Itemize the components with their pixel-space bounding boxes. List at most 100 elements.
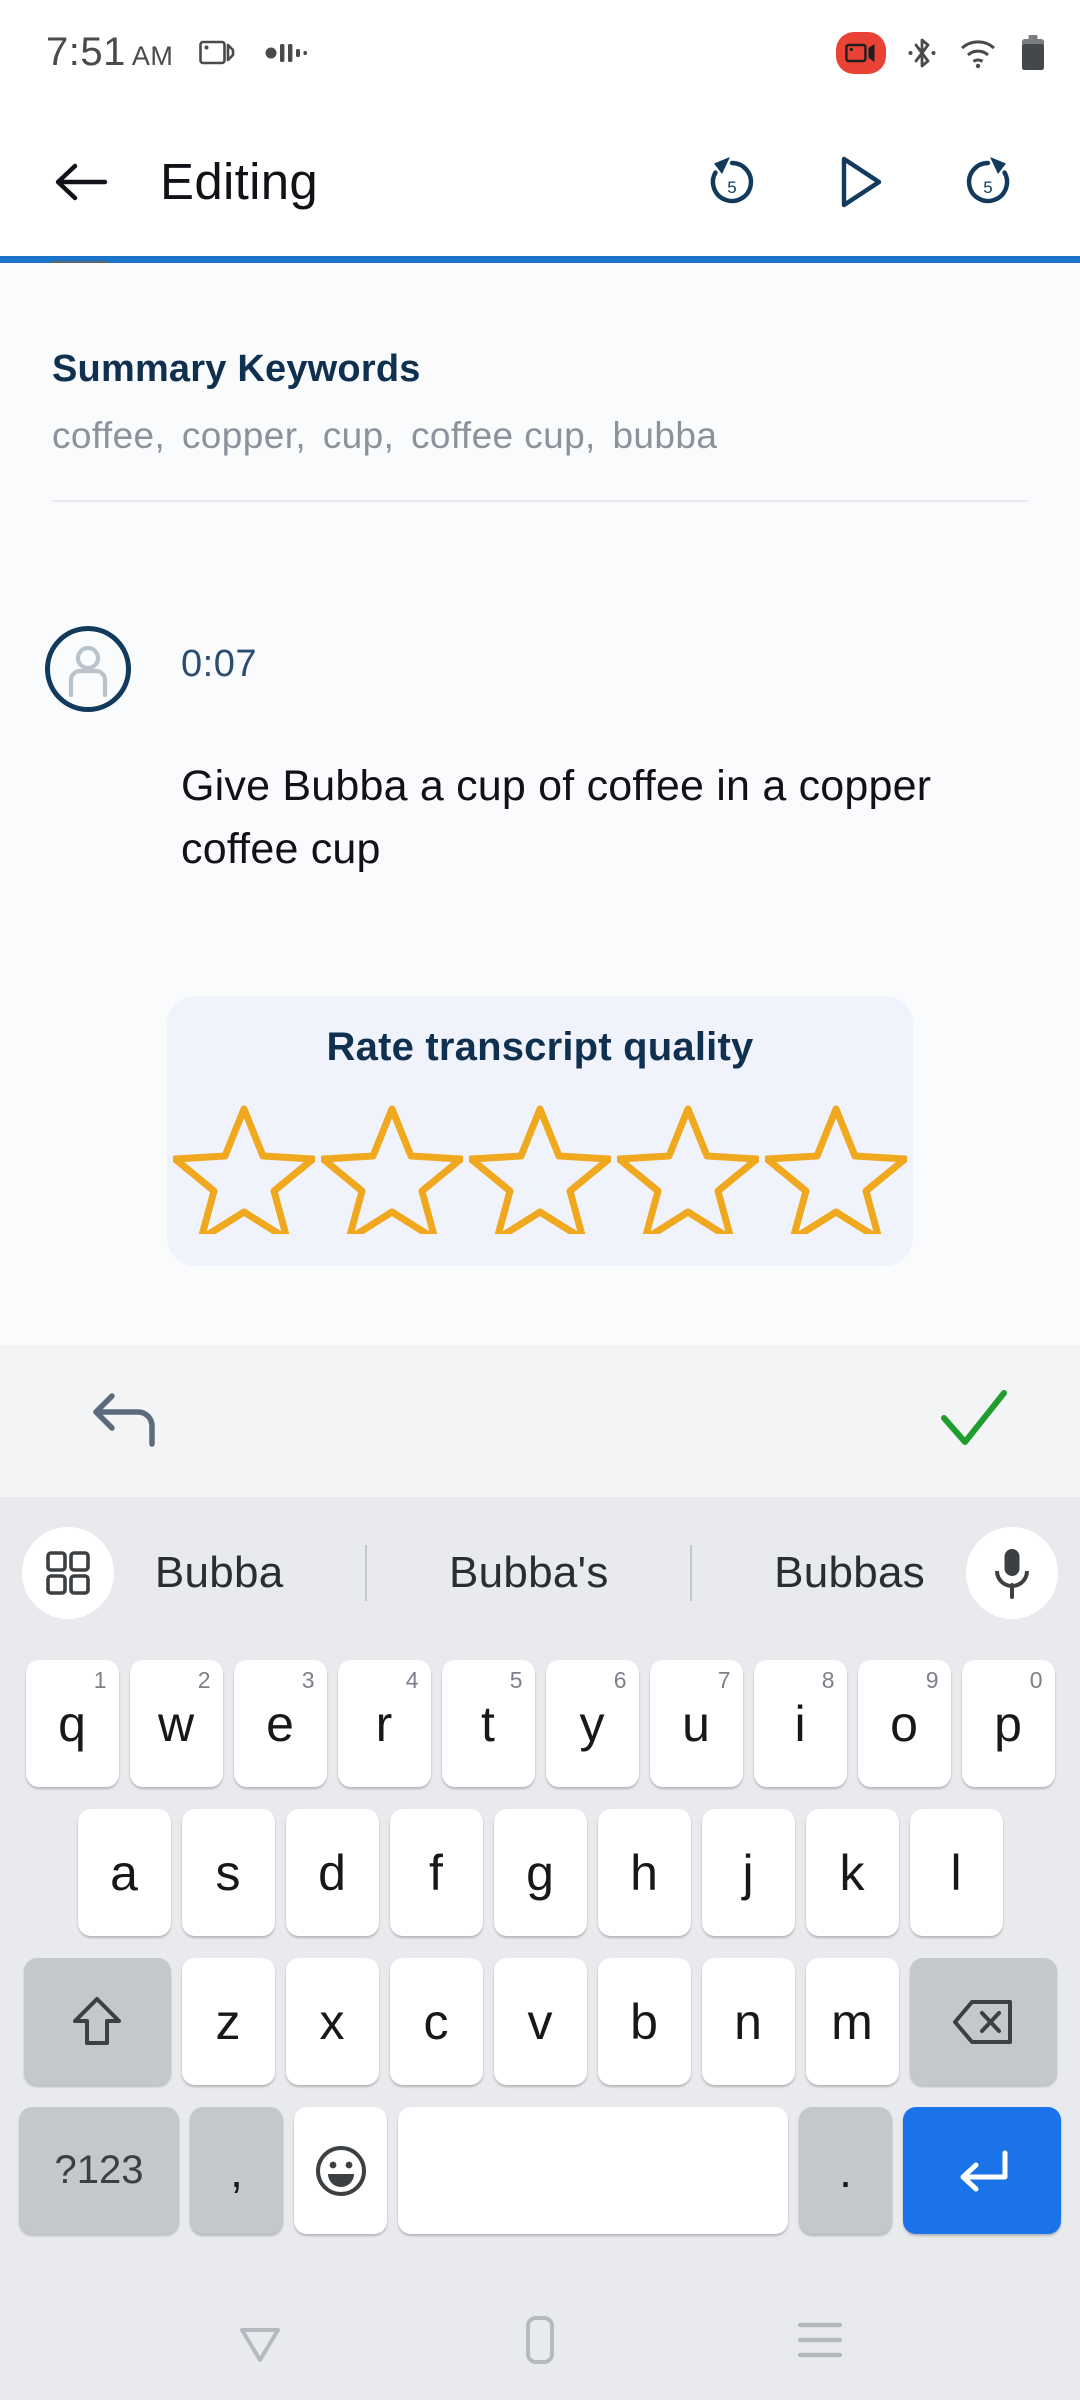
key-i[interactable]: 8i: [753, 1660, 847, 1787]
key-hint: 6: [613, 1667, 627, 1693]
key-n[interactable]: n: [701, 1958, 795, 2085]
apps-grid-icon: [46, 1551, 90, 1595]
suggestion-item[interactable]: Bubba: [155, 1548, 284, 1598]
accent-rule: [0, 256, 1080, 263]
video-call-recording-icon: [836, 31, 886, 74]
key-x[interactable]: x: [285, 1958, 379, 2085]
suggestion-item[interactable]: Bubba's: [449, 1548, 609, 1598]
status-bar-clock: 7:51 AM: [46, 30, 173, 75]
key-s[interactable]: s: [181, 1809, 275, 1936]
play-icon: [841, 156, 882, 207]
star-icon-4[interactable]: [617, 1100, 759, 1234]
keyword-item[interactable]: copper,: [182, 415, 306, 456]
key-a[interactable]: a: [77, 1809, 171, 1936]
summary-keywords-heading: Summary Keywords: [52, 348, 421, 390]
key-d[interactable]: d: [285, 1809, 379, 1936]
keyword-item[interactable]: bubba: [612, 415, 717, 456]
confirm-button[interactable]: [938, 1388, 1010, 1455]
summary-keywords-list: coffee, copper, cup, coffee cup, bubba: [52, 415, 1012, 457]
backspace-key[interactable]: [909, 1958, 1057, 2085]
apps-grid-button[interactable]: [22, 1527, 114, 1619]
soft-keyboard: Bubba Bubba's Bubbas 1q 2w 3e 4r 5t 6y 7…: [0, 1497, 1080, 2280]
suggestion-divider: [690, 1545, 693, 1601]
key-y[interactable]: 6y: [545, 1660, 639, 1787]
key-e[interactable]: 3e: [233, 1660, 327, 1787]
battery-icon: [1022, 34, 1044, 70]
status-bar: 7:51 AM: [0, 0, 1080, 105]
transcript-text[interactable]: Give Bubba a cup of coffee in a copper c…: [181, 755, 941, 881]
key-m[interactable]: m: [805, 1958, 899, 2085]
key-u[interactable]: 7u: [649, 1660, 743, 1787]
voice-input-button[interactable]: [966, 1527, 1058, 1619]
key-label: t: [481, 1695, 495, 1752]
star-rating: [167, 1100, 913, 1234]
period-key[interactable]: .: [799, 2107, 892, 2234]
nav-back-button[interactable]: [215, 2295, 305, 2385]
key-b[interactable]: b: [597, 1958, 691, 2085]
key-hint: 0: [1029, 1667, 1043, 1693]
forward-5-icon: 5: [966, 156, 1010, 203]
key-j[interactable]: j: [701, 1809, 795, 1936]
space-key[interactable]: [398, 2107, 788, 2234]
key-t[interactable]: 5t: [441, 1660, 535, 1787]
forward-5-button[interactable]: 5: [956, 150, 1020, 214]
screen-record-icon: [199, 40, 235, 64]
undo-button[interactable]: [90, 1386, 164, 1457]
shift-key[interactable]: [23, 1958, 171, 2085]
svg-text:5: 5: [983, 178, 992, 197]
nav-recents-button[interactable]: [775, 2295, 865, 2385]
key-hint: 8: [821, 1667, 835, 1693]
key-q[interactable]: 1q: [25, 1660, 119, 1787]
key-r[interactable]: 4r: [337, 1660, 431, 1787]
key-k[interactable]: k: [805, 1809, 899, 1936]
keyword-item[interactable]: coffee,: [52, 415, 165, 456]
shift-icon: [73, 1996, 121, 2045]
key-z[interactable]: z: [181, 1958, 275, 2085]
replay-5-icon: 5: [710, 156, 754, 203]
emoji-key[interactable]: [294, 2107, 387, 2234]
rewind-5-button[interactable]: 5: [700, 150, 764, 214]
star-icon-3[interactable]: [469, 1100, 611, 1234]
key-label: o: [890, 1695, 918, 1752]
microphone-icon: [995, 1549, 1029, 1599]
nav-home-button[interactable]: [495, 2295, 585, 2385]
keyboard-row-4: ?123 , .: [0, 2096, 1080, 2245]
play-button[interactable]: [828, 150, 892, 214]
section-divider: [52, 500, 1028, 502]
key-g[interactable]: g: [493, 1809, 587, 1936]
emoji-icon: [315, 2145, 366, 2196]
key-c[interactable]: c: [389, 1958, 483, 2085]
back-button[interactable]: [50, 150, 114, 214]
keyword-item[interactable]: coffee cup,: [411, 415, 596, 456]
status-bar-right: [836, 31, 1046, 74]
app-bar-actions: 5 5: [700, 150, 1040, 214]
star-icon-5[interactable]: [765, 1100, 907, 1234]
key-o[interactable]: 9o: [857, 1660, 951, 1787]
nav-back-icon: [240, 2328, 280, 2362]
back-arrow-icon: [55, 163, 108, 200]
person-icon: [68, 645, 108, 697]
key-v[interactable]: v: [493, 1958, 587, 2085]
key-label: w: [157, 1695, 195, 1752]
key-p[interactable]: 0p: [961, 1660, 1055, 1787]
comma-key[interactable]: ,: [190, 2107, 283, 2234]
suggestion-strip: Bubba Bubba's Bubbas: [0, 1497, 1080, 1649]
key-hint: 3: [301, 1667, 315, 1693]
phone-screen: 7:51 AM Editing 5 5 Summary Keywords cof…: [0, 0, 1080, 2400]
key-w[interactable]: 2w: [129, 1660, 223, 1787]
key-f[interactable]: f: [389, 1809, 483, 1936]
nav-home-icon: [526, 2316, 554, 2364]
keyword-item[interactable]: cup,: [323, 415, 395, 456]
key-l[interactable]: l: [909, 1809, 1003, 1936]
transcript-timestamp[interactable]: 0:07: [181, 643, 257, 686]
star-icon-1[interactable]: [173, 1100, 315, 1234]
edit-toolbar: [0, 1345, 1080, 1497]
keyboard-row-2: a s d f g h j k l: [0, 1798, 1080, 1947]
key-h[interactable]: h: [597, 1809, 691, 1936]
key-label: p: [994, 1695, 1022, 1752]
suggestion-item[interactable]: Bubbas: [774, 1548, 925, 1598]
star-icon-2[interactable]: [321, 1100, 463, 1234]
enter-key[interactable]: [903, 2107, 1061, 2234]
symbols-key[interactable]: ?123: [19, 2107, 179, 2234]
wifi-icon: [961, 39, 995, 68]
